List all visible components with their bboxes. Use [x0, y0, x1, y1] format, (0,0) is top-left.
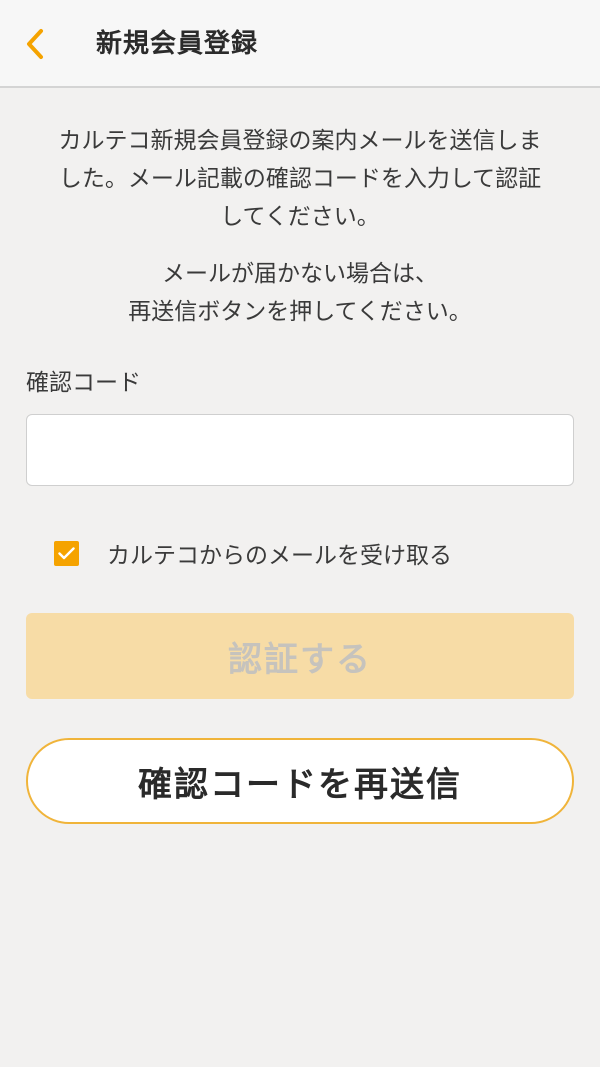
instructions-line-2: した。メール記載の確認コードを入力して認証: [58, 166, 542, 192]
verify-button[interactable]: 認証する: [26, 613, 574, 699]
page-title: 新規会員登録: [96, 29, 259, 59]
resend-notice-line-1: メールが届かない場合は、: [162, 261, 438, 287]
newsletter-checkbox-row[interactable]: カルテコからのメールを受け取る: [54, 536, 452, 570]
resend-notice-line-2: 再送信ボタンを押してください。: [128, 299, 472, 325]
chevron-left-icon: [27, 29, 43, 59]
instructions-text: カルテコ新規会員登録の案内メールを送信しま した。メール記載の確認コードを入力し…: [26, 122, 574, 331]
instructions-line-3: してください。: [220, 204, 380, 230]
back-button[interactable]: [0, 0, 70, 88]
confirmation-code-label: 確認コード: [26, 370, 141, 396]
instructions-line-1: カルテコ新規会員登録の案内メールを送信しま: [58, 128, 542, 154]
newsletter-checkbox[interactable]: [54, 540, 79, 566]
confirmation-code-input[interactable]: [26, 414, 574, 486]
navigation-bar: 新規会員登録: [0, 0, 600, 88]
newsletter-checkbox-label: カルテコからのメールを受け取る: [107, 543, 452, 569]
checkmark-icon: [58, 546, 75, 559]
resend-code-button[interactable]: 確認コードを再送信: [26, 738, 574, 824]
